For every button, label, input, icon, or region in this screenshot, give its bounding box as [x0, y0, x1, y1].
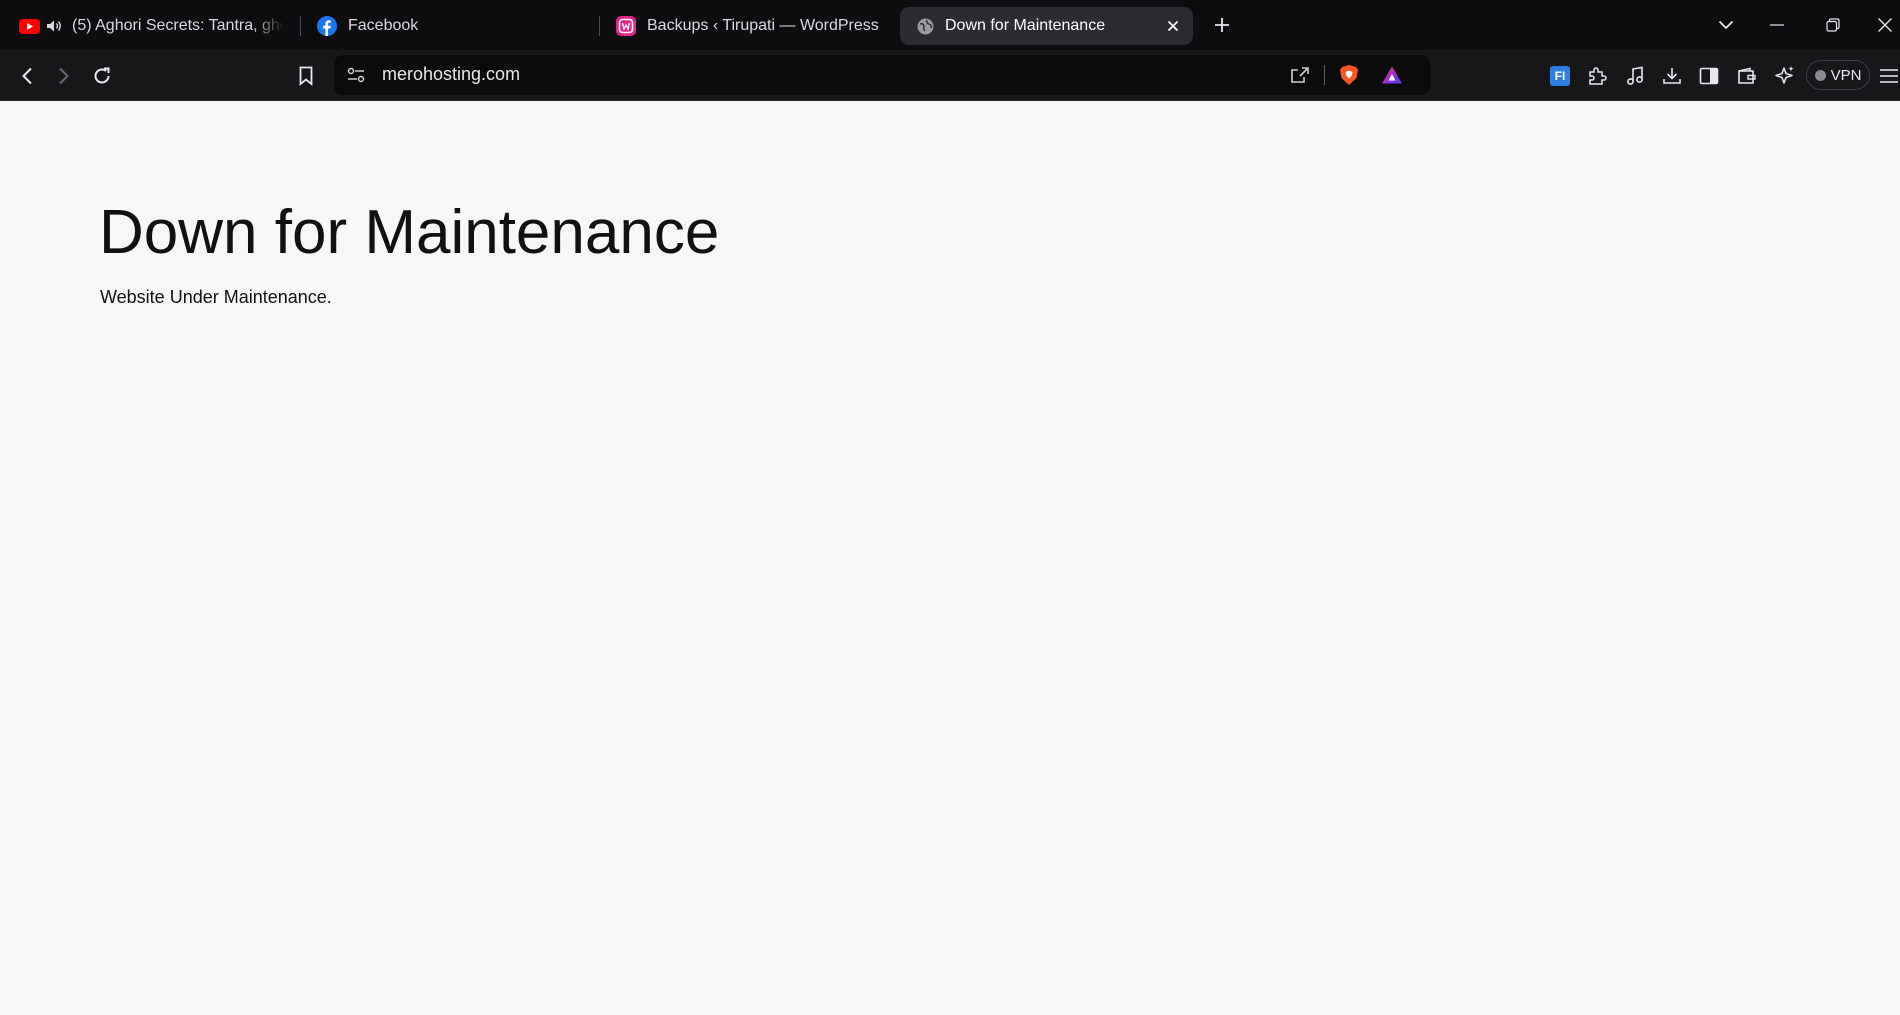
- restore-button[interactable]: [1820, 12, 1846, 38]
- reload-button[interactable]: [88, 62, 116, 90]
- close-tab-icon[interactable]: [1163, 16, 1183, 36]
- vpn-label: VPN: [1830, 66, 1862, 84]
- tab-down-for-maintenance[interactable]: Down for Maintenance: [900, 7, 1193, 45]
- browser-toolbar: merohosting.com FI VPN: [0, 50, 1900, 101]
- vpn-status-icon: [1814, 69, 1826, 81]
- brave-rewards-icon[interactable]: [1380, 63, 1404, 87]
- restore-icon: [1826, 18, 1840, 32]
- plus-icon: [1214, 17, 1230, 33]
- bookmark-icon: [299, 66, 313, 86]
- arrow-left-icon: [21, 67, 33, 85]
- media-button[interactable]: [1621, 62, 1649, 90]
- minimize-button[interactable]: [1764, 12, 1790, 38]
- back-button[interactable]: [13, 62, 41, 90]
- tab-search-button[interactable]: [1713, 12, 1739, 38]
- main-menu-button[interactable]: [1878, 62, 1900, 90]
- tab-separator: [300, 16, 301, 36]
- wordpress-site-icon: [615, 15, 637, 37]
- new-tab-button[interactable]: [1209, 12, 1235, 38]
- reload-icon: [92, 66, 112, 86]
- puzzle-icon: [1587, 66, 1607, 86]
- extension-fi-button[interactable]: FI: [1546, 62, 1574, 90]
- site-settings-icon[interactable]: [344, 63, 368, 87]
- tab-title: (5) Aghori Secrets: Tantra, ghost: [72, 17, 284, 34]
- wallet-button[interactable]: [1733, 62, 1761, 90]
- leo-ai-button[interactable]: [1771, 62, 1799, 90]
- downloads-button[interactable]: [1658, 62, 1686, 90]
- music-note-icon: [1626, 66, 1644, 86]
- sparkle-icon: [1774, 65, 1796, 87]
- page-content: Down for Maintenance Website Under Maint…: [0, 101, 1900, 1015]
- minimize-icon: [1770, 24, 1784, 26]
- vpn-button[interactable]: VPN: [1806, 60, 1870, 90]
- speaker-icon[interactable]: [44, 16, 64, 36]
- chevron-down-icon: [1718, 20, 1734, 30]
- share-icon[interactable]: [1288, 63, 1312, 87]
- youtube-icon: [18, 15, 40, 37]
- tab-strip: (5) Aghori Secrets: Tantra, ghost Facebo…: [0, 0, 1900, 50]
- maintenance-message: Website Under Maintenance.: [100, 287, 332, 307]
- hamburger-menu-icon: [1878, 68, 1898, 84]
- close-window-button[interactable]: [1873, 12, 1897, 38]
- arrow-right-icon: [58, 67, 70, 85]
- translate-extension-icon: FI: [1550, 66, 1570, 86]
- tab-title: Down for Maintenance: [945, 17, 1106, 34]
- address-bar[interactable]: merohosting.com: [334, 55, 1430, 95]
- tab-title: Backups ‹ Tirupati — WordPress: [647, 17, 879, 34]
- omnibox-divider: [1324, 65, 1325, 85]
- sidebar-button[interactable]: [1695, 62, 1723, 90]
- brave-shields-icon[interactable]: [1337, 63, 1361, 87]
- facebook-icon: [316, 15, 338, 37]
- browser-window: (5) Aghori Secrets: Tantra, ghost Facebo…: [0, 0, 1900, 1015]
- tab-wordpress-backups[interactable]: Backups ‹ Tirupati — WordPress: [615, 7, 885, 45]
- extensions-button[interactable]: [1583, 62, 1611, 90]
- bookmark-button[interactable]: [292, 62, 320, 90]
- page-title: Down for Maintenance: [99, 198, 720, 267]
- tab-separator: [599, 16, 600, 36]
- url-text[interactable]: merohosting.com: [382, 64, 520, 85]
- download-icon: [1662, 66, 1682, 86]
- close-icon: [1877, 17, 1893, 33]
- tab-youtube[interactable]: (5) Aghori Secrets: Tantra, ghost: [18, 7, 286, 45]
- tab-facebook[interactable]: Facebook: [316, 7, 584, 45]
- globe-icon: [915, 16, 935, 36]
- wallet-icon: [1737, 67, 1757, 85]
- tab-title: Facebook: [348, 17, 419, 34]
- forward-button[interactable]: [50, 62, 78, 90]
- extension-badge-text: FI: [1554, 69, 1566, 83]
- sidebar-icon: [1699, 67, 1719, 85]
